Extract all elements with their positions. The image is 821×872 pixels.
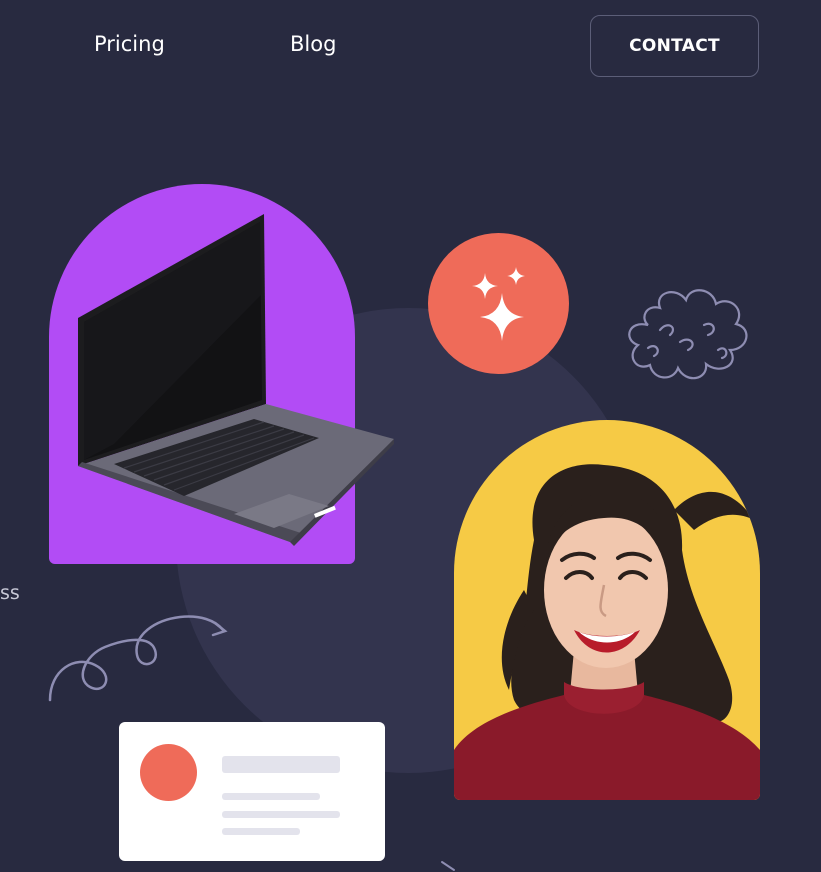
- nav-link-pricing[interactable]: Pricing: [94, 32, 165, 56]
- nav-link-blog[interactable]: Blog: [290, 32, 336, 56]
- card-title-placeholder: [222, 756, 340, 773]
- card-line-placeholder: [222, 828, 300, 835]
- avatar: [140, 744, 197, 801]
- cloud-doodle: [628, 289, 748, 380]
- sparkle-badge: [428, 233, 569, 374]
- sparkles-icon: [472, 267, 525, 341]
- side-text-fragment: ss: [0, 582, 20, 604]
- swirl-doodle: [48, 615, 228, 702]
- contact-button[interactable]: CONTACT: [590, 15, 759, 77]
- woman-portrait: [454, 464, 760, 800]
- arrow-doodle-fragment: [441, 861, 455, 871]
- card-line-placeholder: [222, 793, 320, 800]
- card-line-placeholder: [222, 811, 340, 818]
- profile-card: [119, 722, 385, 861]
- portrait-arch-card: [454, 420, 760, 800]
- laptop-arch-card: [49, 184, 394, 564]
- laptop-illustration: [78, 214, 394, 546]
